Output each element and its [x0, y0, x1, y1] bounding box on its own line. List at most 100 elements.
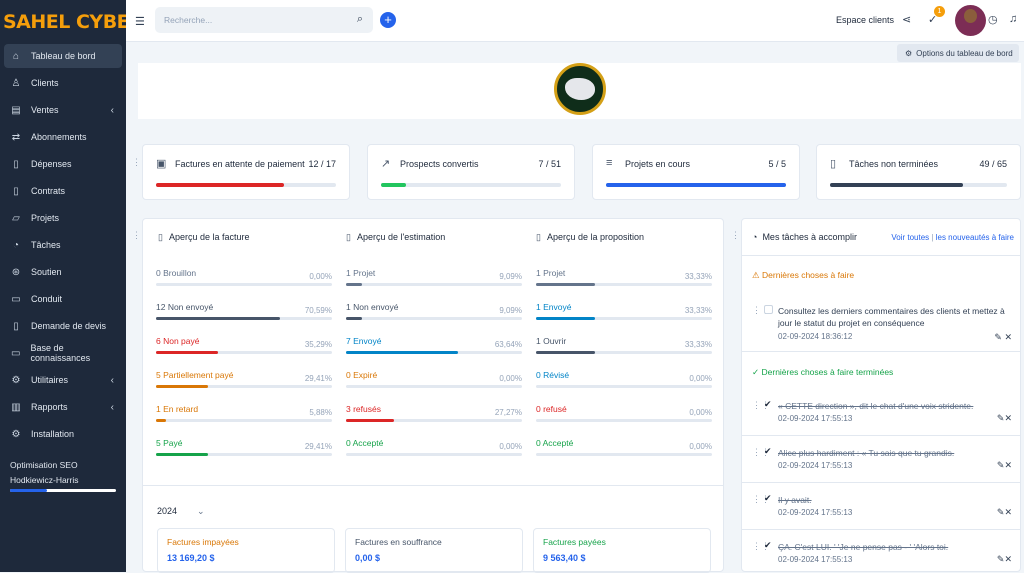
stat-progress-bar [156, 183, 336, 187]
tasks-links: Voir toutes | les nouveautés à faire [891, 233, 1014, 242]
sidebar-item-7[interactable]: ◔ Tâches [4, 233, 122, 257]
see-all-link[interactable]: Voir toutes [891, 233, 929, 242]
overview-row-label: 0 Révisé [536, 370, 570, 380]
sidebar-item-9[interactable]: ▭ Conduit [4, 287, 122, 311]
bell-icon[interactable]: ♫ [1009, 13, 1017, 25]
todo-checkbox-checked[interactable]: ✔ [764, 540, 772, 551]
overview-row[interactable]: 1 Projet 33,33% [536, 268, 712, 298]
delete-icon[interactable]: ✕ [1004, 332, 1012, 342]
stat-card[interactable]: ▣ Factures en attente de paiement 12 / 17 [142, 144, 350, 200]
sidebar-item-13[interactable]: ▥ Rapports ‹ [4, 395, 122, 419]
overview-row[interactable]: 1 Non envoyé 9,09% [346, 302, 522, 332]
document-icon: ▯ [536, 232, 541, 242]
invoice-summary-card[interactable]: Factures payées 9 563,40 $ [533, 528, 711, 573]
overview-row[interactable]: 0 Révisé 0,00% [536, 370, 712, 400]
overview-row[interactable]: 0 Brouillon 0,00% [156, 268, 332, 298]
document-icon: ▯ [158, 232, 163, 242]
stat-progress-bar [606, 183, 786, 187]
overview-row-bar [536, 385, 712, 388]
todo-text: ÇA. C'est LUI. ' 'Je ne pense pas - ' 'A… [778, 542, 949, 552]
sidebar-item-label: Dépenses [31, 159, 72, 169]
clock-icon[interactable]: ◷ [988, 13, 998, 26]
overview-row[interactable]: 5 Payé 29,41% [156, 438, 332, 468]
contract-icon: ▯ [13, 185, 19, 197]
todo-date: 02-09-2024 17:55:13 [778, 508, 853, 517]
overview-row[interactable]: 1 Envoyé 33,33% [536, 302, 712, 332]
delete-icon[interactable]: ✕ [1004, 507, 1012, 517]
sidebar-item-label: Soutien [31, 267, 62, 277]
client-space-link[interactable]: Espace clients [836, 15, 894, 25]
stat-label: Factures en attente de paiement [175, 159, 305, 169]
document-icon: ▣ [156, 158, 167, 170]
overview-row[interactable]: 5 Partiellement payé 29,41% [156, 370, 332, 400]
overview-row-bar [536, 283, 712, 286]
todo-date: 02-09-2024 18:36:12 [778, 332, 853, 341]
sliders-icon: ≡ [606, 157, 613, 169]
share-icon[interactable]: ⋖ [902, 13, 911, 26]
overview-row-bar [156, 453, 332, 456]
overview-row[interactable]: 1 Ouvrir 33,33% [536, 336, 712, 366]
pending-title-text: Dernières choses à faire [762, 270, 855, 280]
overview-row-bar [346, 283, 522, 286]
invoice-summary-card[interactable]: Factures en souffrance 0,00 $ [345, 528, 523, 573]
invoice-summary-card[interactable]: Factures impayées 13 169,20 $ [157, 528, 335, 573]
document-icon: ▯ [13, 158, 19, 170]
chevron-left-icon: ‹ [110, 374, 114, 386]
sidebar-item-3[interactable]: ⇄ Abonnements [4, 125, 122, 149]
todo-checkbox[interactable] [764, 305, 773, 314]
overview-row[interactable]: 1 Projet 9,09% [346, 268, 522, 298]
year-select[interactable]: 2024 ⌄ [157, 506, 205, 517]
avatar[interactable] [955, 5, 986, 36]
overview-row[interactable]: 6 Non payé 35,29% [156, 336, 332, 366]
edit-icon[interactable]: ✎ [994, 332, 1002, 342]
todo-checkbox-checked[interactable]: ✔ [764, 399, 772, 410]
search-icon[interactable]: ⌕ [357, 13, 363, 26]
delete-icon[interactable]: ✕ [1004, 554, 1012, 564]
seo-widget[interactable]: Optimisation SEO Hodkiewicz-Harris [10, 460, 116, 492]
overview-row[interactable]: 0 Accepté 0,00% [346, 438, 522, 468]
overview-row[interactable]: 0 Expiré 0,00% [346, 370, 522, 400]
sidebar-item-4[interactable]: ▯ Dépenses [4, 152, 122, 176]
stat-card[interactable]: ↗ Prospects convertis 7 / 51 [367, 144, 575, 200]
todo-actions: ✎✕ [997, 413, 1012, 424]
sidebar-item-12[interactable]: ⚙ Utilitaires ‹ [4, 368, 122, 392]
brand-logo[interactable]: SAHEL CYBER [0, 0, 126, 44]
overview-row[interactable]: 12 Non envoyé 70,59% [156, 302, 332, 332]
seo-title: Optimisation SEO [10, 460, 78, 470]
sidebar-item-2[interactable]: ▤ Ventes ‹ [4, 98, 122, 122]
sidebar-item-0[interactable]: ⌂ Tableau de bord [4, 44, 122, 68]
overview-row-percent: 29,41% [304, 374, 332, 383]
overview-row-label: 0 refusé [536, 404, 567, 414]
quick-add-button[interactable]: + [380, 12, 396, 28]
todo-checkbox-checked[interactable]: ✔ [764, 493, 772, 504]
sidebar-item-6[interactable]: ▱ Projets [4, 206, 122, 230]
overview-row[interactable]: 0 Accepté 0,00% [536, 438, 712, 468]
overview-row-bar [536, 419, 712, 422]
stat-card[interactable]: ≡ Projets en cours 5 / 5 [592, 144, 800, 200]
stat-value: 12 / 17 [308, 159, 336, 169]
overview-row[interactable]: 0 refusé 0,00% [536, 404, 712, 434]
sidebar-item-5[interactable]: ▯ Contrats [4, 179, 122, 203]
todo-checkbox-checked[interactable]: ✔ [764, 446, 772, 457]
delete-icon[interactable]: ✕ [1004, 413, 1012, 423]
search-input[interactable]: Recherche... ⌕ [155, 7, 373, 33]
overview-row[interactable]: 1 En retard 5,88% [156, 404, 332, 434]
overview-row[interactable]: 3 refusés 27,27% [346, 404, 522, 434]
sidebar-item-10[interactable]: ▯ Demande de devis [4, 314, 122, 338]
summary-label: Factures impayées [167, 537, 239, 547]
stat-card[interactable]: ▯ Tâches non terminées 49 / 65 [816, 144, 1021, 200]
dashboard-options-button[interactable]: ⚙ Options du tableau de bord [897, 44, 1019, 62]
overview-row[interactable]: 7 Envoyé 63,64% [346, 336, 522, 366]
sidebar-item-1[interactable]: ♙ Clients [4, 71, 122, 95]
stat-progress-bar [830, 183, 1007, 187]
sidebar-item-label: Base de connaissances [30, 343, 91, 363]
menu-toggle-icon[interactable]: ☰ [135, 15, 145, 28]
sidebar-item-11[interactable]: ▭ Base de connaissances [4, 341, 122, 365]
new-todo-link[interactable]: les nouveautés à faire [936, 233, 1014, 242]
delete-icon[interactable]: ✕ [1004, 460, 1012, 470]
sidebar-item-14[interactable]: ⚙ Installation [4, 422, 122, 446]
folder-icon: ▭ [11, 347, 21, 359]
chart-icon: ▱ [12, 212, 20, 224]
sidebar-item-8[interactable]: ⊛ Soutien [4, 260, 122, 284]
divider [742, 529, 1020, 530]
